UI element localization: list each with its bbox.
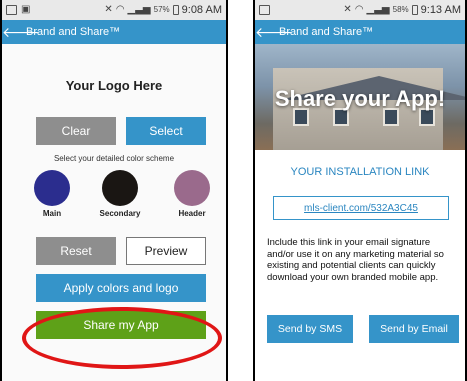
signal-icon: ▁▃▅ — [127, 4, 151, 15]
send-by-email-button[interactable]: Send by Email — [369, 315, 459, 343]
app-bar-title: Brand and Share™ — [26, 26, 121, 38]
notification-icon — [6, 5, 17, 15]
select-button[interactable]: Select — [126, 117, 206, 145]
signal-icon: ▁▃▅ — [366, 4, 390, 15]
apply-colors-button[interactable]: Apply colors and logo — [36, 274, 206, 302]
secondary-color-swatch[interactable] — [102, 170, 138, 206]
header-color-label: Header — [178, 209, 206, 218]
main-color-swatch[interactable] — [34, 170, 70, 206]
gallery-icon: ▣ — [21, 4, 31, 15]
status-time: 9:13 AM — [420, 4, 461, 16]
header-color-swatch[interactable] — [174, 170, 210, 206]
highlight-oval — [22, 307, 222, 369]
color-scheme-label: Select your detailed color scheme — [53, 154, 175, 163]
installation-description: Include this link in your email signatur… — [267, 237, 444, 283]
status-time: 9:08 AM — [181, 4, 222, 16]
clear-button[interactable]: Clear — [36, 117, 116, 145]
notification-icon — [259, 5, 270, 15]
send-by-sms-button[interactable]: Send by SMS — [267, 315, 353, 343]
wifi-icon: ◠ — [354, 4, 364, 15]
app-bar: 🡐 Brand and Share™ — [2, 20, 226, 44]
back-arrow-icon[interactable]: 🡐 — [255, 24, 293, 41]
banner-heading: Share your App! — [274, 86, 446, 111]
preview-button[interactable]: Preview — [126, 237, 206, 265]
back-arrow-icon[interactable]: 🡐 — [2, 24, 40, 41]
logo-placeholder[interactable]: Your Logo Here — [2, 78, 226, 93]
wifi-icon: ◠ — [115, 4, 125, 15]
app-bar-title: Brand and Share™ — [279, 26, 374, 38]
status-bar: ✕ ◠ ▁▃▅ 58% 9:13 AM — [255, 0, 465, 20]
mute-icon: ✕ — [104, 4, 113, 15]
right-phone-screen: ✕ ◠ ▁▃▅ 58% 9:13 AM 🡐 Brand and Share™ S… — [253, 0, 467, 381]
installation-link[interactable]: mls-client.com/532A3C45 — [273, 196, 449, 220]
share-banner-image: Share your App! — [255, 44, 465, 150]
status-bar: ▣ ✕ ◠ ▁▃▅ 57% 9:08 AM — [2, 0, 226, 20]
installation-link-heading: YOUR INSTALLATION LINK — [290, 166, 430, 178]
battery-icon — [411, 5, 418, 15]
app-bar: 🡐 Brand and Share™ — [255, 20, 465, 44]
battery-percent: 57% — [153, 5, 170, 14]
secondary-color-label: Secondary — [99, 209, 141, 218]
mute-icon: ✕ — [343, 4, 352, 15]
reset-button[interactable]: Reset — [36, 237, 116, 265]
battery-icon — [172, 5, 179, 15]
main-color-label: Main — [42, 209, 62, 218]
battery-percent: 58% — [392, 5, 409, 14]
